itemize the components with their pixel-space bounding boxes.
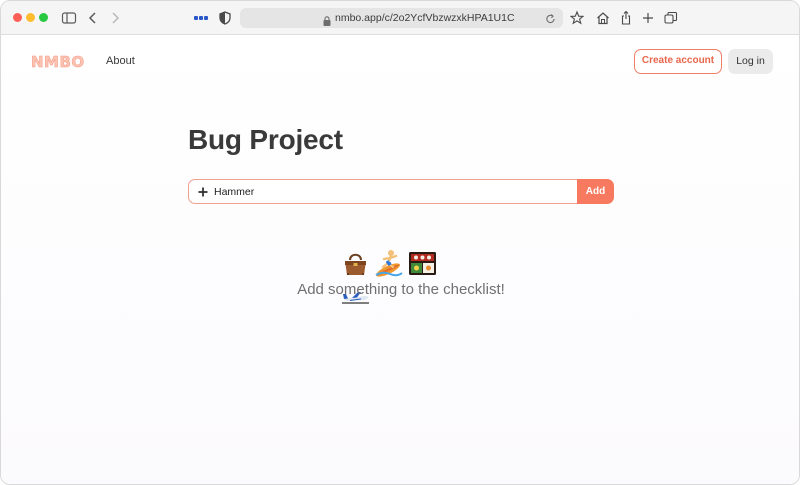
extension-icon[interactable] <box>193 9 209 27</box>
lock-icon <box>323 13 331 33</box>
address-bar[interactable]: nmbo.app/c/2o2YcfVbzwzxkHPA1U1C <box>240 8 563 28</box>
url-text: nmbo.app/c/2o2YcfVbzwzxkHPA1U1C <box>335 12 515 24</box>
handbag-icon <box>341 249 370 277</box>
home-icon[interactable] <box>596 9 610 27</box>
share-icon[interactable] <box>620 9 632 27</box>
add-item-form: Add <box>188 179 614 204</box>
page-content: NMBO About Create account Log in Bug Pro… <box>1 36 799 484</box>
empty-state-message: Add something to the checklist! <box>297 281 505 298</box>
about-link[interactable]: About <box>106 55 135 67</box>
browser-toolbar: nmbo.app/c/2o2YcfVbzwzxkHPA1U1C <box>1 1 799 35</box>
close-window-button[interactable] <box>13 13 22 22</box>
shield-icon[interactable] <box>219 9 231 27</box>
log-in-button[interactable]: Log in <box>728 49 773 74</box>
create-account-button[interactable]: Create account <box>634 49 722 74</box>
maximize-window-button[interactable] <box>39 13 48 22</box>
new-tab-plus-icon[interactable] <box>642 9 654 27</box>
add-button[interactable]: Add <box>577 179 614 204</box>
plus-icon <box>197 185 209 197</box>
sidebar-toggle-icon[interactable] <box>61 9 77 27</box>
empty-state-illustration <box>341 249 465 304</box>
reload-icon[interactable] <box>545 12 556 32</box>
minimize-window-button[interactable] <box>26 13 35 22</box>
bookmark-star-icon[interactable] <box>570 9 584 27</box>
bento-box-icon <box>408 249 437 277</box>
page-title: Bug Project <box>188 124 343 155</box>
browser-window: nmbo.app/c/2o2YcfVbzwzxkHPA1U1C NMBO Abo… <box>0 0 800 485</box>
back-arrow-icon[interactable] <box>87 9 99 27</box>
surfer-icon <box>374 249 404 277</box>
forward-arrow-icon[interactable] <box>109 9 121 27</box>
add-item-field[interactable] <box>188 179 577 204</box>
tab-overview-icon[interactable] <box>664 9 678 27</box>
nmbo-logo[interactable]: NMBO <box>31 53 85 72</box>
add-item-input[interactable] <box>214 183 569 200</box>
